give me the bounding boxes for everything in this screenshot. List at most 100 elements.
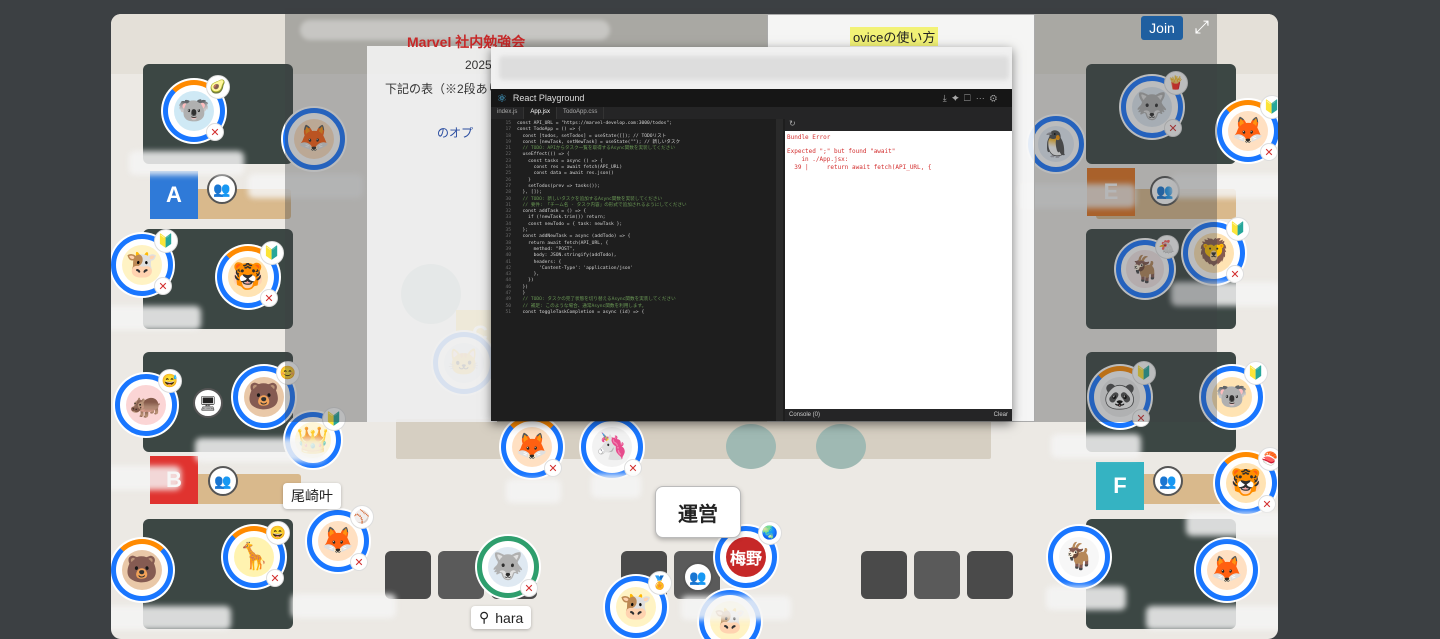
bundle-error-body: Expected ";" but found "await" in ./App.…: [787, 148, 932, 171]
zone-label-f[interactable]: F: [1096, 462, 1144, 510]
mic-off-icon: ✕: [206, 123, 224, 141]
blurred-name: [111, 606, 231, 630]
mic-off-icon: ✕: [1260, 143, 1278, 161]
beginner-icon: 🔰: [260, 241, 284, 265]
screen-share-icon[interactable]: 🖥: [193, 388, 223, 418]
avatar-user[interactable]: 🐮 🏅: [605, 571, 672, 638]
bench-center: [396, 419, 991, 459]
avatar-user[interactable]: 🦊 ✕: [501, 416, 563, 478]
avatar-user[interactable]: 🦊 🔰 ✕: [1217, 95, 1278, 162]
slide-text: 下記の表（※2段あり: [385, 82, 500, 96]
react-logo-icon: ⚛: [497, 92, 507, 105]
avatar-user[interactable]: 🐨 🥑 ✕: [163, 75, 230, 142]
sofa-1: [385, 551, 431, 599]
sign-unei[interactable]: 運営: [655, 486, 741, 538]
clear-button[interactable]: Clear: [994, 412, 1008, 418]
umeno-seal-icon: 梅野: [725, 536, 767, 578]
avatar-user[interactable]: 🐯 🔰 ✕: [217, 241, 284, 308]
hara-name: hara: [495, 609, 524, 626]
mic-off-icon: ✕: [520, 579, 538, 597]
avatar-user[interactable]: 🐯 🍣 ✕: [1215, 447, 1278, 514]
group-icon-center[interactable]: 👥: [683, 562, 713, 592]
group-icon-a[interactable]: 👥: [207, 174, 237, 204]
blurred-name: [681, 596, 791, 620]
avatar-hara[interactable]: 🐺 ✕: [477, 536, 539, 598]
group-icon-b[interactable]: 👥: [208, 466, 238, 496]
blurred-name: [195, 438, 325, 462]
tab-app[interactable]: App.jsx: [524, 107, 558, 119]
mic-off-icon: ✕: [350, 553, 368, 571]
blurred-name: [1051, 434, 1141, 458]
sushi-icon: 🍣: [1258, 447, 1278, 471]
blurred-name: [1046, 586, 1126, 610]
round-seat-2: [726, 424, 776, 469]
tab-index[interactable]: index.js: [491, 107, 525, 119]
mic-off-icon: ✕: [154, 277, 172, 295]
koala-icon: 🐨: [1211, 376, 1253, 418]
app-header: ⚛ React Playground ⤓✦☐⋯⚙: [491, 89, 1012, 107]
expand-icon[interactable]: ⤢: [1192, 17, 1212, 37]
zone-label-a[interactable]: A: [150, 171, 198, 219]
tab-css[interactable]: TodoApp.css: [557, 107, 605, 119]
slide-left: Marvel 社内勉強会 2025 下記の表（※2段あり のオプ: [367, 34, 525, 422]
blurred-name: [1186, 512, 1278, 536]
blurred-name: [111, 306, 201, 330]
blurred-name: [1146, 606, 1278, 630]
console-bar: Console (0) Clear: [785, 409, 1012, 421]
avatar-user[interactable]: 🦒 😄 ✕: [223, 521, 290, 588]
blurred-name: [291, 594, 396, 618]
fox-icon: 🦊: [1206, 549, 1248, 591]
slide-text2: のオプ: [437, 126, 474, 140]
beginner-icon: 🔰: [154, 229, 178, 253]
code-line: 51 const toggleTaskCompletion = async (i…: [505, 309, 645, 315]
blurred-name: [129, 151, 244, 175]
bear-icon: 🐻: [243, 376, 285, 418]
bear-icon: 🐻: [121, 549, 163, 591]
join-button[interactable]: Join: [1141, 16, 1183, 40]
mic-off-icon: ✕: [1226, 265, 1244, 283]
slide-right-title: oviceの使い方: [850, 27, 939, 46]
console-label[interactable]: Console (0): [789, 412, 820, 418]
sofa-6: [861, 551, 907, 599]
avatar-user[interactable]: 🦄 ✕: [581, 416, 643, 478]
mic-off-icon: ✕: [266, 569, 284, 587]
person-icon: ⚲: [479, 609, 490, 625]
sofa-7: [914, 551, 960, 599]
beginner-icon: 🔰: [1260, 95, 1278, 119]
blurred-name: [591, 474, 641, 498]
shared-screen[interactable]: ⚛ React Playground ⤓✦☐⋯⚙ index.js App.js…: [491, 47, 1012, 421]
name-tag-hara: ⚲ hara: [471, 606, 532, 629]
toolbar-icons[interactable]: ⤓✦☐⋯⚙: [943, 93, 1002, 104]
refresh-icon[interactable]: ↻: [785, 119, 1012, 131]
mic-off-icon: ✕: [260, 289, 278, 307]
hippo-icon: 🦛: [125, 384, 167, 426]
trophy-icon: 🏅: [648, 571, 672, 595]
avocado-icon: 🥑: [206, 75, 230, 99]
code-editor[interactable]: 15 const API_URL = "https://marvel-develo…: [491, 119, 783, 421]
avatar-user[interactable]: 🐻: [111, 539, 173, 601]
smile-icon: 😅: [158, 369, 182, 393]
mic-off-icon: ✕: [544, 459, 562, 477]
goat-icon: 🐐: [1058, 536, 1100, 578]
editor-scrollbar[interactable]: [776, 119, 783, 421]
beginner-icon: 🔰: [1244, 361, 1268, 385]
avatar-user[interactable]: 🐮 🔰 ✕: [111, 229, 178, 296]
browser-bar: [491, 47, 1012, 89]
sofa-8: [967, 551, 1013, 599]
bundle-error-title: Bundle Error: [787, 134, 831, 141]
avatar-user[interactable]: 🦛 😅: [115, 369, 182, 436]
group-icon-f[interactable]: 👥: [1153, 466, 1183, 496]
avatar-user[interactable]: 🐐: [1048, 526, 1110, 588]
preview-pane: ↻ Bundle Error Expected ";" but found "a…: [785, 119, 1012, 421]
avatar-user[interactable]: 🦊 ⚾ ✕: [307, 505, 374, 572]
baseball-icon: ⚾: [350, 505, 374, 529]
round-seat-3: [816, 424, 866, 469]
slide-year: 2025: [465, 58, 492, 72]
app-title: React Playground: [512, 93, 585, 103]
blurred-name: [111, 466, 181, 490]
beginner-icon: 🔰: [1226, 217, 1250, 241]
avatar-user[interactable]: 🦊: [1196, 539, 1258, 601]
url-bar-blurred: [499, 56, 1009, 80]
blurred-name: [506, 479, 561, 503]
earth-icon: 🌏: [758, 521, 782, 545]
